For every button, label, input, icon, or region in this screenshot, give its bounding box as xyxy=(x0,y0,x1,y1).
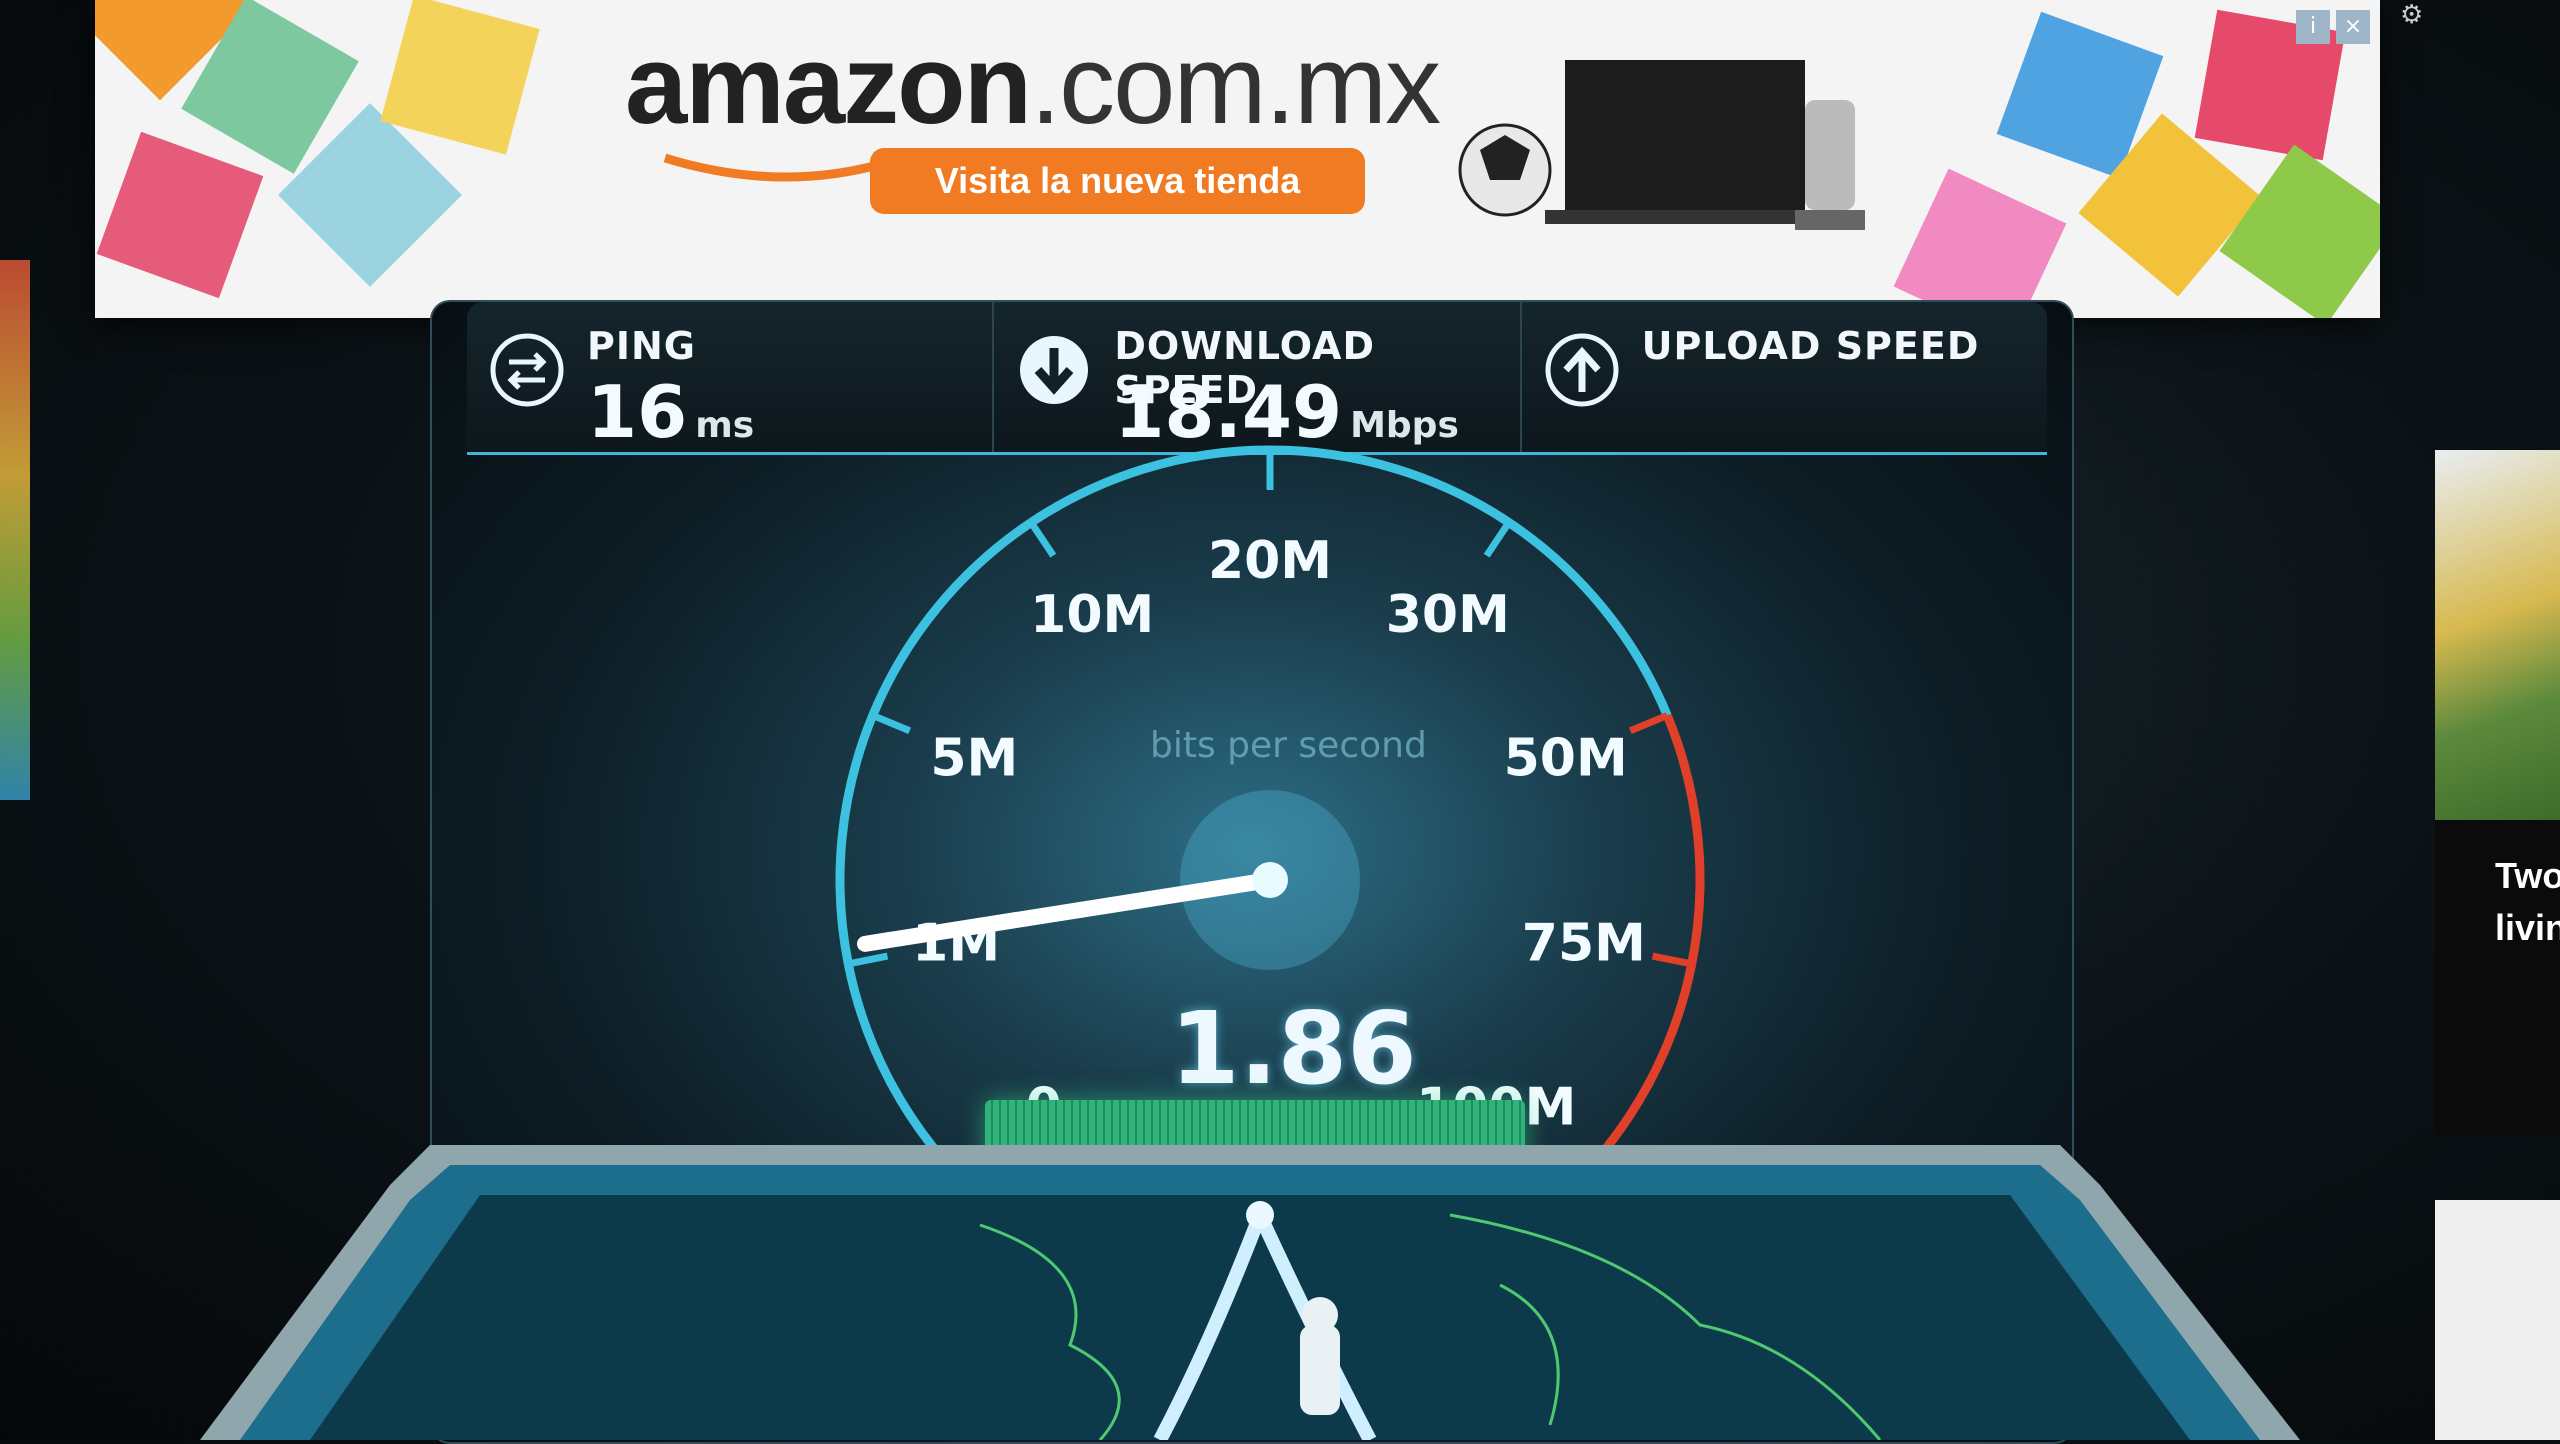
current-speed-readout: 1.86 xyxy=(1170,990,1417,1107)
sidebar-box xyxy=(2435,1200,2560,1440)
left-edge-ad-strip xyxy=(0,260,30,800)
ping-label: PING xyxy=(587,324,696,368)
gauge-unit-caption: bits per second xyxy=(1150,725,1427,766)
sidebar-ad[interactable]: Two livin xyxy=(2435,450,2560,1135)
upload-value xyxy=(1642,370,1650,454)
ad-info-icon[interactable]: i xyxy=(2296,10,2330,44)
ad-product-images xyxy=(1458,60,1865,230)
sidebar-ad-line1: Two xyxy=(2495,855,2560,896)
ad-close-icon[interactable]: × xyxy=(2336,10,2370,44)
ad-cta-button[interactable]: Visita la nueva tienda xyxy=(870,148,1365,214)
top-right-menu[interactable]: ⚙ xyxy=(2400,0,2423,30)
download-value: 18.49 Mbps xyxy=(1114,370,1459,454)
ad-logo-text: amazon xyxy=(625,22,1032,147)
upload-arrow-icon xyxy=(1545,333,1619,407)
test-stage xyxy=(200,1145,2300,1440)
sidebar-ad-line2: livin xyxy=(2495,907,2560,948)
download-arrow-icon xyxy=(1020,336,1089,404)
ping-number: 16 xyxy=(587,370,688,454)
download-stat: DOWNLOAD SPEED 18.49 Mbps xyxy=(994,302,1522,454)
download-number: 18.49 xyxy=(1114,370,1343,454)
upload-stat: UPLOAD SPEED xyxy=(1522,302,2047,452)
ping-unit: ms xyxy=(695,405,755,446)
ping-stat: PING 16 ms xyxy=(467,302,995,454)
upload-label: UPLOAD SPEED xyxy=(1641,324,1980,368)
sidebar-ad-photo xyxy=(2435,450,2560,820)
stats-bar: PING 16 ms DOWNLOAD SPEED 18.49 Mbps UPLOA… xyxy=(467,302,2047,455)
amazon-logo: amazon.com.mx xyxy=(625,20,1441,149)
ping-value: 16 ms xyxy=(587,370,754,454)
ping-icon xyxy=(490,333,564,407)
sidebar-ad-text: Two livin xyxy=(2495,850,2560,954)
amazon-ad-banner[interactable]: amazon.com.mx Visita la nueva tienda i × xyxy=(95,0,2380,318)
download-unit: Mbps xyxy=(1350,405,1459,446)
